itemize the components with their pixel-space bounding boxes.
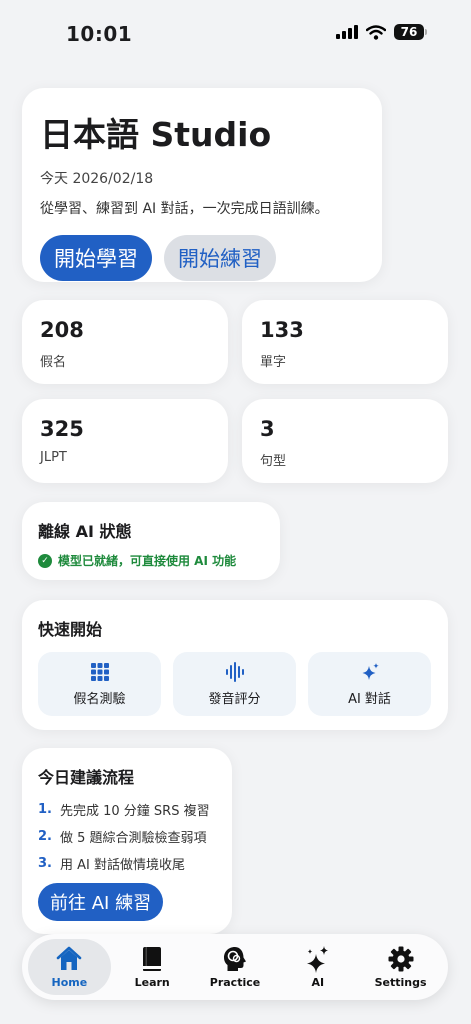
step-number: 3. [38,856,52,871]
stat-label: 假名 [40,355,67,370]
list-item: 1. 先完成 10 分鐘 SRS 複習 [38,796,216,823]
hero-card: 日本語 Studio 今天 2026/02/18 從學習、練習到 AI 對話，一… [22,88,382,282]
checkmark-circle-icon: ✓ [38,553,52,568]
step-text: 做 5 題綜合測驗檢查弱項 [59,831,207,846]
tab-settings[interactable]: Settings [359,939,442,995]
tab-bar: Home Learn Practice AI Settings [22,934,448,1000]
start-practice-button[interactable]: 開始練習 [164,235,276,281]
stat-card-jlpt: 325 JLPT [22,399,228,483]
status-time: 10:01 [66,22,133,46]
quick-kana-quiz-button[interactable]: 假名測驗 [38,652,161,716]
tab-label: Learn [134,976,170,989]
quick-item-label: 假名測驗 [73,691,126,707]
step-text: 先完成 10 分鐘 SRS 複習 [59,804,210,819]
stat-label: 單字 [260,355,287,370]
sparkles-icon [360,662,380,682]
stat-label: 句型 [260,454,287,469]
quick-ai-chat-button[interactable]: AI 對話 [308,652,431,716]
tab-learn[interactable]: Learn [111,939,194,995]
offline-ai-status-text: 模型已就緒，可直接使用 AI 功能 [58,554,237,568]
tab-label: Settings [374,976,427,989]
tab-ai[interactable]: AI [276,939,359,995]
offline-ai-card: 離線 AI 狀態 ✓ 模型已就緒，可直接使用 AI 功能 [22,502,280,580]
offline-ai-status: ✓ 模型已就緒，可直接使用 AI 功能 [38,552,264,569]
stat-value: 3 [260,417,275,441]
battery-icon: 76 [394,24,427,40]
quick-pronunciation-button[interactable]: 發音評分 [173,652,296,716]
daily-plan-title: 今日建議流程 [38,768,135,787]
step-number: 1. [38,802,52,817]
tab-label: Practice [209,976,261,989]
today-date: 今天 2026/02/18 [40,171,154,187]
stat-label: JLPT [40,450,67,465]
stat-card-kana: 208 假名 [22,300,228,384]
quick-start-card: 快速開始 假名測驗 發音評分 AI 對話 [22,600,448,730]
daily-plan-list: 1. 先完成 10 分鐘 SRS 複習 2. 做 5 題綜合測驗檢查弱項 3. … [38,796,216,877]
go-ai-practice-button[interactable]: 前往 AI 練習 [38,883,164,921]
sparkles-icon [305,945,331,973]
book-icon [140,945,164,973]
tab-label: Home [51,976,88,989]
gear-icon [387,945,415,973]
list-item: 3. 用 AI 對話做情境收尾 [38,850,216,877]
step-text: 用 AI 對話做情境收尾 [59,858,185,873]
tab-label: AI [311,976,325,989]
waveform-icon [225,661,245,682]
list-item: 2. 做 5 題綜合測驗檢查弱項 [38,823,216,850]
house-icon [55,945,83,973]
app-title: 日本語 Studio [40,115,272,154]
stat-value: 133 [260,318,304,342]
start-learning-button[interactable]: 開始學習 [40,235,152,281]
offline-ai-title: 離線 AI 狀態 [38,522,132,541]
stat-card-grammar: 3 句型 [242,399,448,483]
stat-value: 208 [40,318,84,342]
brain-head-icon [221,945,249,973]
daily-plan-card: 今日建議流程 1. 先完成 10 分鐘 SRS 複習 2. 做 5 題綜合測驗檢… [22,748,232,934]
status-bar: 10:01 76 [0,0,471,60]
battery-level: 76 [394,24,424,40]
hero-buttons: 開始學習 開始練習 [40,235,364,281]
hero-subtitle: 從學習、練習到 AI 對話，一次完成日語訓練。 [40,201,329,217]
quick-item-label: 發音評分 [208,691,261,707]
tab-practice[interactable]: Practice [194,939,277,995]
grid-icon [90,662,110,682]
wifi-icon [366,24,386,40]
stat-card-vocab: 133 單字 [242,300,448,384]
status-icons: 76 [336,24,427,40]
quick-start-title: 快速開始 [38,620,103,639]
stat-value: 325 [40,417,84,441]
cellular-signal-icon [336,25,358,39]
quick-start-row: 假名測驗 發音評分 AI 對話 [38,652,432,716]
tab-home[interactable]: Home [28,939,111,995]
quick-item-label: AI 對話 [348,691,391,707]
step-number: 2. [38,829,52,844]
